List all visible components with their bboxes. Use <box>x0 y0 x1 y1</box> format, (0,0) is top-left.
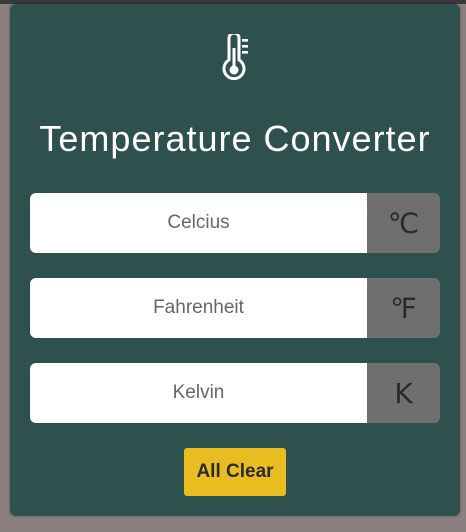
celsius-unit-label: ℃ <box>367 193 440 253</box>
page-title: Temperature Converter <box>39 118 431 159</box>
thermometer-icon <box>222 34 248 81</box>
converter-card: Temperature Converter ℃ ℉ K All Clear <box>10 4 460 516</box>
celsius-input[interactable] <box>30 193 367 253</box>
kelvin-unit-label: K <box>367 363 440 423</box>
kelvin-row: K <box>30 363 440 423</box>
fahrenheit-unit-label: ℉ <box>367 278 440 338</box>
all-clear-button[interactable]: All Clear <box>184 448 286 496</box>
kelvin-input[interactable] <box>30 363 367 423</box>
celsius-row: ℃ <box>30 193 440 253</box>
fahrenheit-input[interactable] <box>30 278 367 338</box>
fahrenheit-row: ℉ <box>30 278 440 338</box>
